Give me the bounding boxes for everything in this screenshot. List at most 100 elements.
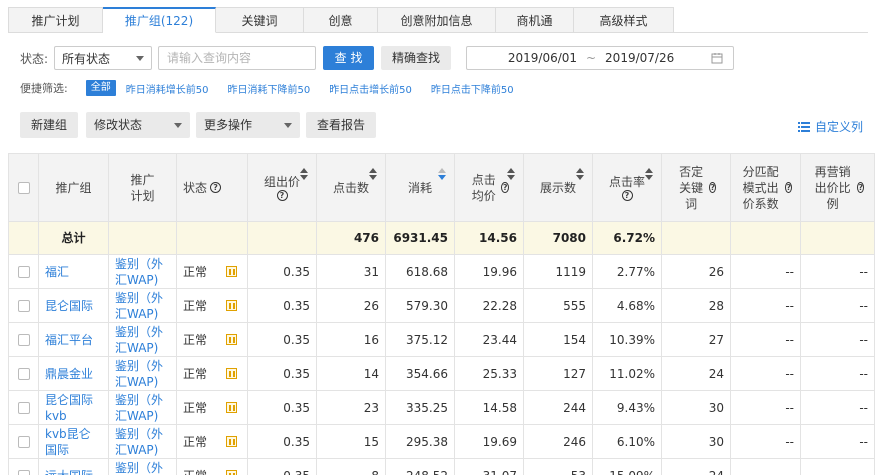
exact-search-button[interactable]: 精确查找 xyxy=(381,46,452,70)
col-group[interactable]: 推广组 xyxy=(38,153,109,222)
sort-icon[interactable] xyxy=(300,168,308,180)
negative-keywords-cell[interactable]: 28 xyxy=(661,288,731,323)
col-bid[interactable]: 组出价? xyxy=(247,153,317,222)
col-cpc[interactable]: 点击均价? xyxy=(454,153,524,222)
group-link[interactable]: kvb昆仑国际 xyxy=(45,427,91,457)
table-row[interactable]: 福汇 鉴别（外汇WAP) 正常 0.35 31 618.68 19.96 1119 2.77% 2… xyxy=(8,254,875,289)
tab-business[interactable]: 商机通 xyxy=(496,7,574,33)
table-row[interactable]: 昆仑国际 鉴别（外汇WAP) 正常 0.35 26 579.30 22.28 555 4.68%… xyxy=(8,288,875,323)
sort-icon[interactable] xyxy=(369,168,377,180)
plan-link[interactable]: 鉴别（外汇WAP) xyxy=(115,291,163,321)
negative-keywords-cell[interactable]: 30 xyxy=(661,424,731,459)
sort-desc-active-icon[interactable] xyxy=(438,168,446,180)
group-link[interactable]: 福汇平台 xyxy=(45,333,93,347)
row-checkbox[interactable] xyxy=(17,401,30,414)
col-impressions[interactable]: 展示数 xyxy=(523,153,593,222)
tab-advanced-styles[interactable]: 高级样式 xyxy=(574,7,674,33)
bid-cell[interactable]: 0.35 xyxy=(247,322,317,357)
col-match-coefficient[interactable]: 分匹配模式出价系数? xyxy=(730,153,801,222)
bid-cell[interactable]: 0.35 xyxy=(247,424,317,459)
row-checkbox[interactable] xyxy=(17,299,30,312)
plan-link[interactable]: 鉴别（外汇WAP) xyxy=(115,359,163,389)
help-icon[interactable]: ? xyxy=(276,190,288,201)
negative-keywords-cell[interactable]: 26 xyxy=(661,254,731,289)
row-checkbox[interactable] xyxy=(17,265,30,278)
help-icon[interactable]: ? xyxy=(785,182,792,193)
col-cost[interactable]: 消耗 xyxy=(385,153,455,222)
table-row[interactable]: 远大国际 鉴别（外汇WAP) 正常 0.358248.5231.075315.09%2… xyxy=(8,458,875,475)
pause-icon[interactable] xyxy=(226,266,237,277)
table-row[interactable]: 鼎晨金业 鉴别（外汇WAP) 正常 0.35 14 354.66 25.33 127 11.02… xyxy=(8,356,875,391)
bid-cell[interactable]: 0.35 xyxy=(247,288,317,323)
view-report-button[interactable]: 查看报告 xyxy=(306,112,376,138)
select-all-checkbox[interactable] xyxy=(17,181,30,194)
table-row[interactable]: kvb昆仑国际 鉴别（外汇WAP) 正常 0.35 15 295.38 19.69 246 6.… xyxy=(8,424,875,459)
total-label: 总计 xyxy=(38,221,109,255)
negative-keywords-cell[interactable]: 24 xyxy=(661,458,731,475)
row-checkbox[interactable] xyxy=(17,435,30,448)
plan-link[interactable]: 鉴别（外汇WAP) xyxy=(115,257,163,287)
custom-columns-button[interactable]: 自定义列 xyxy=(797,118,863,135)
quick-filter-cost-up[interactable]: 昨日消耗增长前50 xyxy=(126,81,209,96)
status-select[interactable]: 所有状态 xyxy=(54,46,153,70)
pause-icon[interactable] xyxy=(226,368,237,379)
sort-icon[interactable] xyxy=(576,168,584,180)
row-checkbox[interactable] xyxy=(17,469,30,475)
col-ctr[interactable]: 点击率? xyxy=(592,153,662,222)
col-negative-keywords[interactable]: 否定关键词? xyxy=(661,153,731,222)
more-ops-dropdown[interactable]: 更多操作 xyxy=(196,112,300,138)
pause-icon[interactable] xyxy=(226,470,237,475)
plan-link[interactable]: 鉴别（外汇WAP) xyxy=(115,461,163,475)
date-range-picker[interactable]: 2019/06/01 ~ 2019/07/26 xyxy=(466,46,735,70)
help-icon[interactable]: ? xyxy=(210,182,222,193)
search-input[interactable]: 请输入查询内容 xyxy=(158,46,317,70)
pause-icon[interactable] xyxy=(226,300,237,311)
row-checkbox[interactable] xyxy=(17,333,30,346)
col-remarketing[interactable]: 再营销出价比例? xyxy=(800,153,875,222)
search-button[interactable]: 查 找 xyxy=(323,46,375,70)
bid-cell[interactable]: 0.35 xyxy=(247,254,317,289)
help-icon[interactable]: ? xyxy=(621,190,633,201)
sort-icon[interactable] xyxy=(645,168,653,180)
negative-keywords-cell[interactable]: 30 xyxy=(661,390,731,425)
new-group-button[interactable]: 新建组 xyxy=(20,112,78,138)
negative-keywords-cell[interactable]: 27 xyxy=(661,322,731,357)
group-link[interactable]: 福汇 xyxy=(45,265,69,279)
group-link[interactable]: 昆仑国际 xyxy=(45,299,93,313)
tab-creatives[interactable]: 创意 xyxy=(304,7,378,33)
plan-link[interactable]: 鉴别（外汇WAP) xyxy=(115,393,163,423)
pause-icon[interactable] xyxy=(226,402,237,413)
table-row[interactable]: 昆仑国际kvb 鉴别（外汇WAP) 正常 0.35 23 335.25 14.58 244 9.… xyxy=(8,390,875,425)
help-icon[interactable]: ? xyxy=(709,182,716,193)
col-plan[interactable]: 推广计划 xyxy=(108,153,177,222)
negative-keywords-cell[interactable]: 24 xyxy=(661,356,731,391)
quick-filter-click-down[interactable]: 昨日点击下降前50 xyxy=(431,81,514,96)
modify-status-dropdown[interactable]: 修改状态 xyxy=(86,112,190,138)
group-link[interactable]: 昆仑国际kvb xyxy=(45,393,93,423)
quick-filter-all[interactable]: 全部 xyxy=(85,80,116,96)
tab-plans[interactable]: 推广计划 xyxy=(8,7,103,33)
status-text: 正常 xyxy=(183,366,208,381)
tab-groups[interactable]: 推广组(122) xyxy=(103,7,216,33)
group-link[interactable]: 鼎晨金业 xyxy=(45,367,93,381)
row-checkbox[interactable] xyxy=(17,367,30,380)
pause-icon[interactable] xyxy=(226,436,237,447)
quick-filter-cost-down[interactable]: 昨日消耗下降前50 xyxy=(227,81,310,96)
bid-cell[interactable]: 0.35 xyxy=(247,390,317,425)
bid-cell[interactable]: 0.35 xyxy=(247,458,317,475)
table-row[interactable]: 福汇平台 鉴别（外汇WAP) 正常 0.35 16 375.12 23.44 154 10.39… xyxy=(8,322,875,357)
plan-link[interactable]: 鉴别（外汇WAP) xyxy=(115,325,163,355)
col-status[interactable]: 状态? xyxy=(176,153,248,222)
tab-creative-extras[interactable]: 创意附加信息 xyxy=(378,7,496,33)
group-link[interactable]: 远大国际 xyxy=(45,469,93,475)
tab-keywords[interactable]: 关键词 xyxy=(216,7,304,33)
col-clicks[interactable]: 点击数 xyxy=(316,153,386,222)
help-icon[interactable]: ? xyxy=(857,182,864,193)
bid-cell[interactable]: 0.35 xyxy=(247,356,317,391)
help-icon[interactable]: ? xyxy=(501,182,509,193)
sort-icon[interactable] xyxy=(507,168,515,180)
plan-link[interactable]: 鉴别（外汇WAP) xyxy=(115,427,163,457)
pause-icon[interactable] xyxy=(226,334,237,345)
impressions-cell: 1119 xyxy=(523,254,593,289)
quick-filter-click-up[interactable]: 昨日点击增长前50 xyxy=(329,81,412,96)
